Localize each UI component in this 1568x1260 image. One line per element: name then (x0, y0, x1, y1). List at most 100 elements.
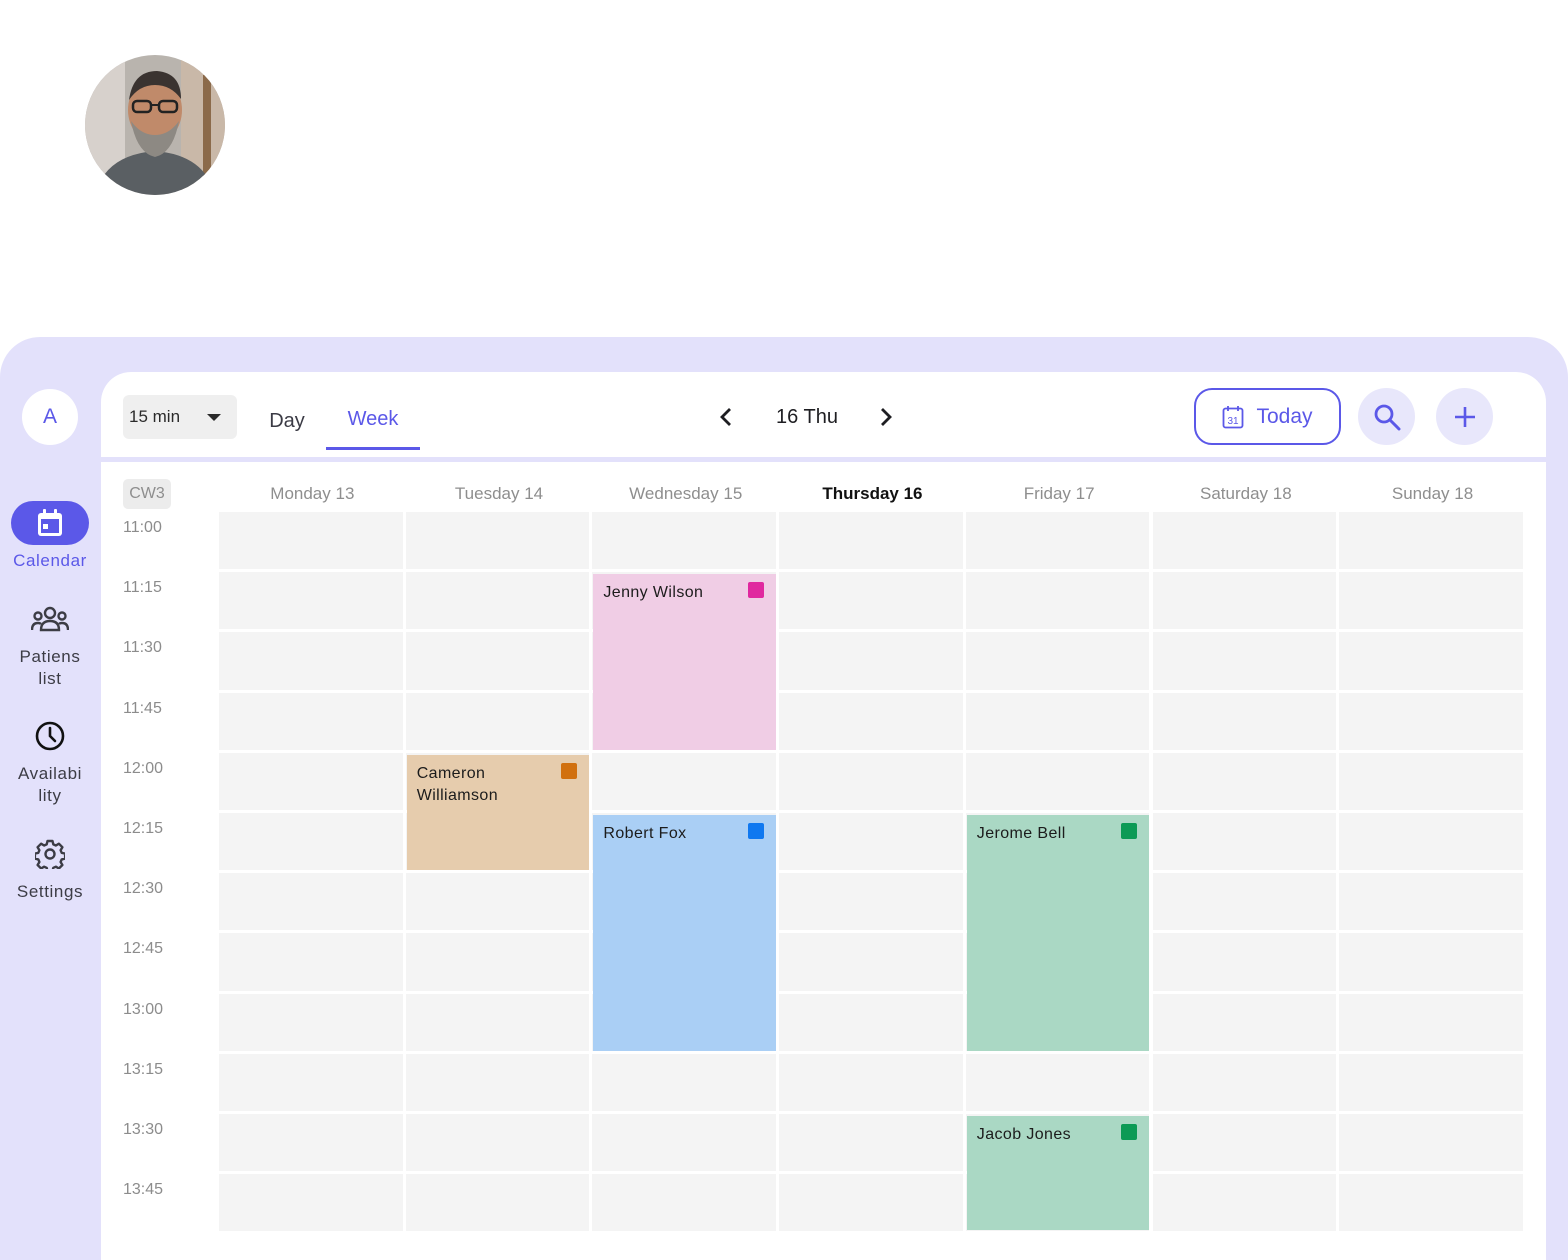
time-slot[interactable] (1152, 1114, 1337, 1172)
time-slot[interactable] (405, 512, 590, 570)
today-button[interactable]: 31 Today (1194, 388, 1341, 445)
time-slot[interactable] (219, 813, 403, 871)
time-slot[interactable] (779, 1053, 963, 1111)
search-button[interactable] (1358, 388, 1415, 445)
add-button[interactable] (1436, 388, 1493, 445)
time-slot[interactable] (779, 1174, 963, 1232)
time-slot[interactable] (779, 873, 963, 931)
time-slot[interactable] (219, 1174, 403, 1232)
time-slot[interactable] (405, 692, 590, 750)
time-slot[interactable] (965, 632, 1150, 690)
time-slot[interactable] (1152, 1053, 1337, 1111)
sidebar-item-availability[interactable]: Availabi lity (0, 714, 100, 807)
time-slot[interactable] (592, 1053, 777, 1111)
time-slot[interactable] (1339, 572, 1523, 630)
time-slot[interactable] (779, 572, 963, 630)
time-slot[interactable] (1339, 752, 1523, 810)
tab-week[interactable]: Week (326, 392, 420, 450)
appointment-event[interactable]: Jerome Bell (966, 815, 1150, 1051)
time-slot[interactable] (592, 752, 777, 810)
time-slot[interactable] (779, 632, 963, 690)
time-slot[interactable] (1339, 993, 1523, 1051)
time-slot[interactable] (219, 752, 403, 810)
sidebar-item-settings[interactable]: Settings (0, 832, 100, 903)
time-slot[interactable] (965, 752, 1150, 810)
time-slot[interactable] (219, 632, 403, 690)
day-header[interactable]: Saturday 18 (1153, 482, 1340, 506)
time-slot[interactable] (405, 572, 590, 630)
day-header[interactable]: Monday 13 (219, 482, 406, 506)
day-header[interactable]: Wednesday 15 (592, 482, 779, 506)
time-slot[interactable] (592, 1174, 777, 1232)
tab-day[interactable]: Day (261, 392, 313, 450)
time-slot[interactable] (1339, 692, 1523, 750)
time-slot[interactable] (779, 692, 963, 750)
time-slot[interactable] (1339, 873, 1523, 931)
time-slot[interactable] (1152, 1174, 1337, 1232)
appointment-name: Jenny Wilson (603, 584, 704, 602)
color-marker (748, 582, 765, 599)
time-slot[interactable] (405, 632, 590, 690)
sidebar-item-calendar[interactable]: Calendar (0, 501, 100, 572)
time-slot[interactable] (1152, 993, 1337, 1051)
sidebar-item-patients[interactable]: Patiens list (0, 597, 100, 690)
time-label: 12:45 (123, 940, 164, 958)
time-slot[interactable] (1339, 1174, 1523, 1232)
appointment-event[interactable]: Jacob Jones (966, 1116, 1150, 1230)
appointment-event[interactable]: Robert Fox (593, 815, 777, 1051)
time-slot[interactable] (1339, 813, 1523, 871)
time-slot[interactable] (779, 993, 963, 1051)
time-slot[interactable] (1152, 873, 1337, 931)
interval-select[interactable]: 15 min (123, 395, 237, 439)
time-slot[interactable] (1339, 933, 1523, 991)
day-header[interactable]: Sunday 18 (1339, 482, 1526, 506)
time-slot[interactable] (405, 873, 590, 931)
time-slot[interactable] (1152, 572, 1337, 630)
time-slot[interactable] (779, 752, 963, 810)
appointment-event[interactable]: Cameron Williamson (406, 754, 590, 871)
time-slot[interactable] (219, 692, 403, 750)
time-slot[interactable] (779, 813, 963, 871)
time-slot[interactable] (965, 572, 1150, 630)
time-slot[interactable] (219, 1114, 403, 1172)
user-avatar[interactable]: A (22, 389, 78, 445)
time-slot[interactable] (1339, 512, 1523, 570)
time-slot[interactable] (592, 512, 777, 570)
day-header[interactable]: Tuesday 14 (406, 482, 593, 506)
time-slot[interactable] (405, 1114, 590, 1172)
time-slot[interactable] (1339, 1114, 1523, 1172)
time-slot[interactable] (405, 993, 590, 1051)
time-slot[interactable] (965, 1053, 1150, 1111)
day-header[interactable]: Thursday 16 (779, 482, 966, 506)
day-header[interactable]: Friday 17 (966, 482, 1153, 506)
appointment-event[interactable]: Jenny Wilson (593, 574, 777, 750)
time-slot[interactable] (1152, 752, 1337, 810)
time-slot[interactable] (1152, 632, 1337, 690)
time-slot[interactable] (219, 1053, 403, 1111)
time-slot[interactable] (219, 993, 403, 1051)
time-slot[interactable] (1339, 1053, 1523, 1111)
time-slot[interactable] (219, 572, 403, 630)
time-slot[interactable] (779, 933, 963, 991)
time-slot[interactable] (592, 1114, 777, 1172)
time-slot[interactable] (965, 692, 1150, 750)
previous-button[interactable] (713, 403, 739, 431)
time-label: 11:45 (123, 699, 162, 717)
next-button[interactable] (873, 403, 899, 431)
time-slot[interactable] (779, 512, 963, 570)
time-slot[interactable] (405, 933, 590, 991)
time-slot[interactable] (1339, 632, 1523, 690)
time-label: 13:30 (123, 1121, 164, 1138)
time-slot[interactable] (1152, 813, 1337, 871)
time-slot[interactable] (219, 512, 403, 570)
interval-value: 15 min (129, 407, 181, 426)
time-slot[interactable] (1152, 933, 1337, 991)
time-slot[interactable] (219, 933, 403, 991)
time-slot[interactable] (219, 873, 403, 931)
time-slot[interactable] (1152, 512, 1337, 570)
time-slot[interactable] (1152, 692, 1337, 750)
time-slot[interactable] (405, 1053, 590, 1111)
time-slot[interactable] (965, 512, 1150, 570)
time-slot[interactable] (779, 1114, 963, 1172)
time-slot[interactable] (405, 1174, 590, 1232)
